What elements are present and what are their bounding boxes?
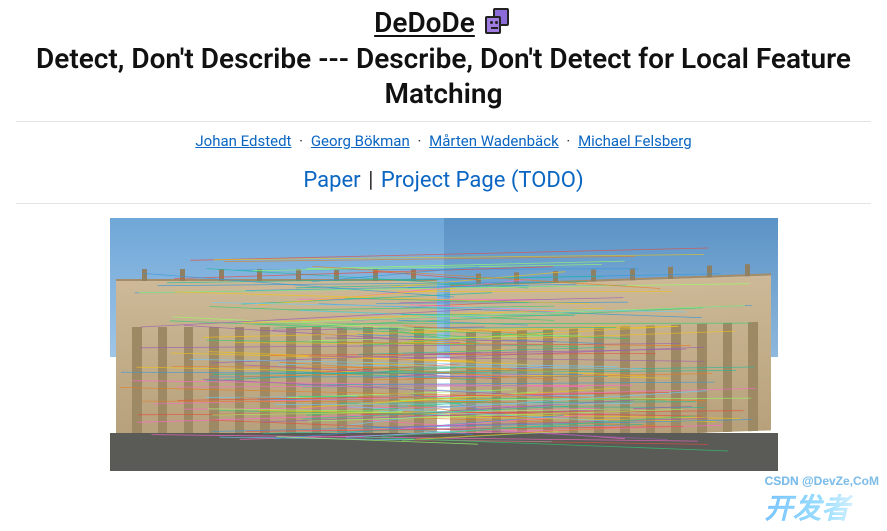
author-link[interactable]: Mårten Wadenbäck	[429, 132, 559, 150]
matching-figure	[110, 218, 778, 471]
author-separator: ·	[562, 132, 574, 150]
author-link[interactable]: Michael Felsberg	[578, 132, 692, 150]
title-row: DeDoDe	[374, 6, 513, 39]
author-separator: ·	[295, 132, 307, 150]
author-list: Johan Edstedt · Georg Bökman · Mårten Wa…	[16, 132, 871, 150]
paper-subtitle: Detect, Don't Describe --- Describe, Don…	[16, 41, 871, 111]
watermark-small: CSDN @DevZe,CoM	[765, 476, 879, 487]
project-title: DeDoDe	[374, 6, 475, 39]
watermark-large: 开发者	[765, 493, 851, 524]
music-notes-icon	[483, 8, 513, 38]
author-separator: ·	[413, 132, 425, 150]
divider	[16, 121, 871, 122]
project-page-link[interactable]: Project Page (TODO)	[381, 168, 584, 193]
link-separator: |	[366, 168, 375, 193]
author-link[interactable]: Johan Edstedt	[195, 132, 291, 150]
author-link[interactable]: Georg Bökman	[311, 132, 410, 150]
resource-links: Paper | Project Page (TODO)	[16, 168, 871, 193]
watermark: CSDN @DevZe,CoM 开发者	[765, 476, 879, 527]
paper-link[interactable]: Paper	[303, 168, 360, 193]
figure-left-image	[110, 218, 444, 471]
figure-right-image	[444, 218, 778, 471]
divider	[16, 203, 871, 204]
